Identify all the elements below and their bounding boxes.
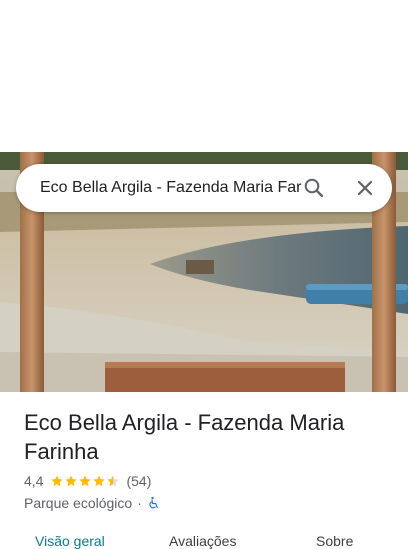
star-icon — [93, 475, 106, 487]
search-icon[interactable] — [302, 176, 326, 200]
separator-dot: · — [137, 495, 142, 511]
half-star-icon — [107, 475, 120, 487]
tab-about[interactable]: Sobre — [316, 533, 353, 549]
tab-reviews[interactable]: Avaliações — [169, 533, 236, 549]
place-category: Parque ecológico — [24, 495, 133, 511]
review-count[interactable]: (54) — [126, 473, 151, 489]
rating-row[interactable]: 4,4 (54) — [24, 472, 151, 490]
place-tabs: Visão geral Avaliações Sobre — [0, 528, 408, 549]
rating-value: 4,4 — [24, 473, 44, 489]
search-input[interactable]: Eco Bella Argila - Fazenda Maria Farinha — [40, 179, 302, 197]
star-icon — [51, 475, 64, 487]
map-blank-area — [0, 0, 408, 152]
search-bar[interactable]: Eco Bella Argila - Fazenda Maria Farinha — [16, 164, 392, 212]
wheelchair-accessible-icon — [149, 496, 158, 509]
star-icon — [65, 475, 78, 487]
tab-overview[interactable]: Visão geral — [35, 533, 105, 549]
star-rating — [50, 474, 120, 488]
star-icon — [79, 475, 92, 487]
category-row: Parque ecológico · — [24, 494, 161, 512]
place-title: Eco Bella Argila - Fazenda Maria Farinha — [24, 410, 345, 464]
close-icon[interactable] — [353, 176, 377, 200]
